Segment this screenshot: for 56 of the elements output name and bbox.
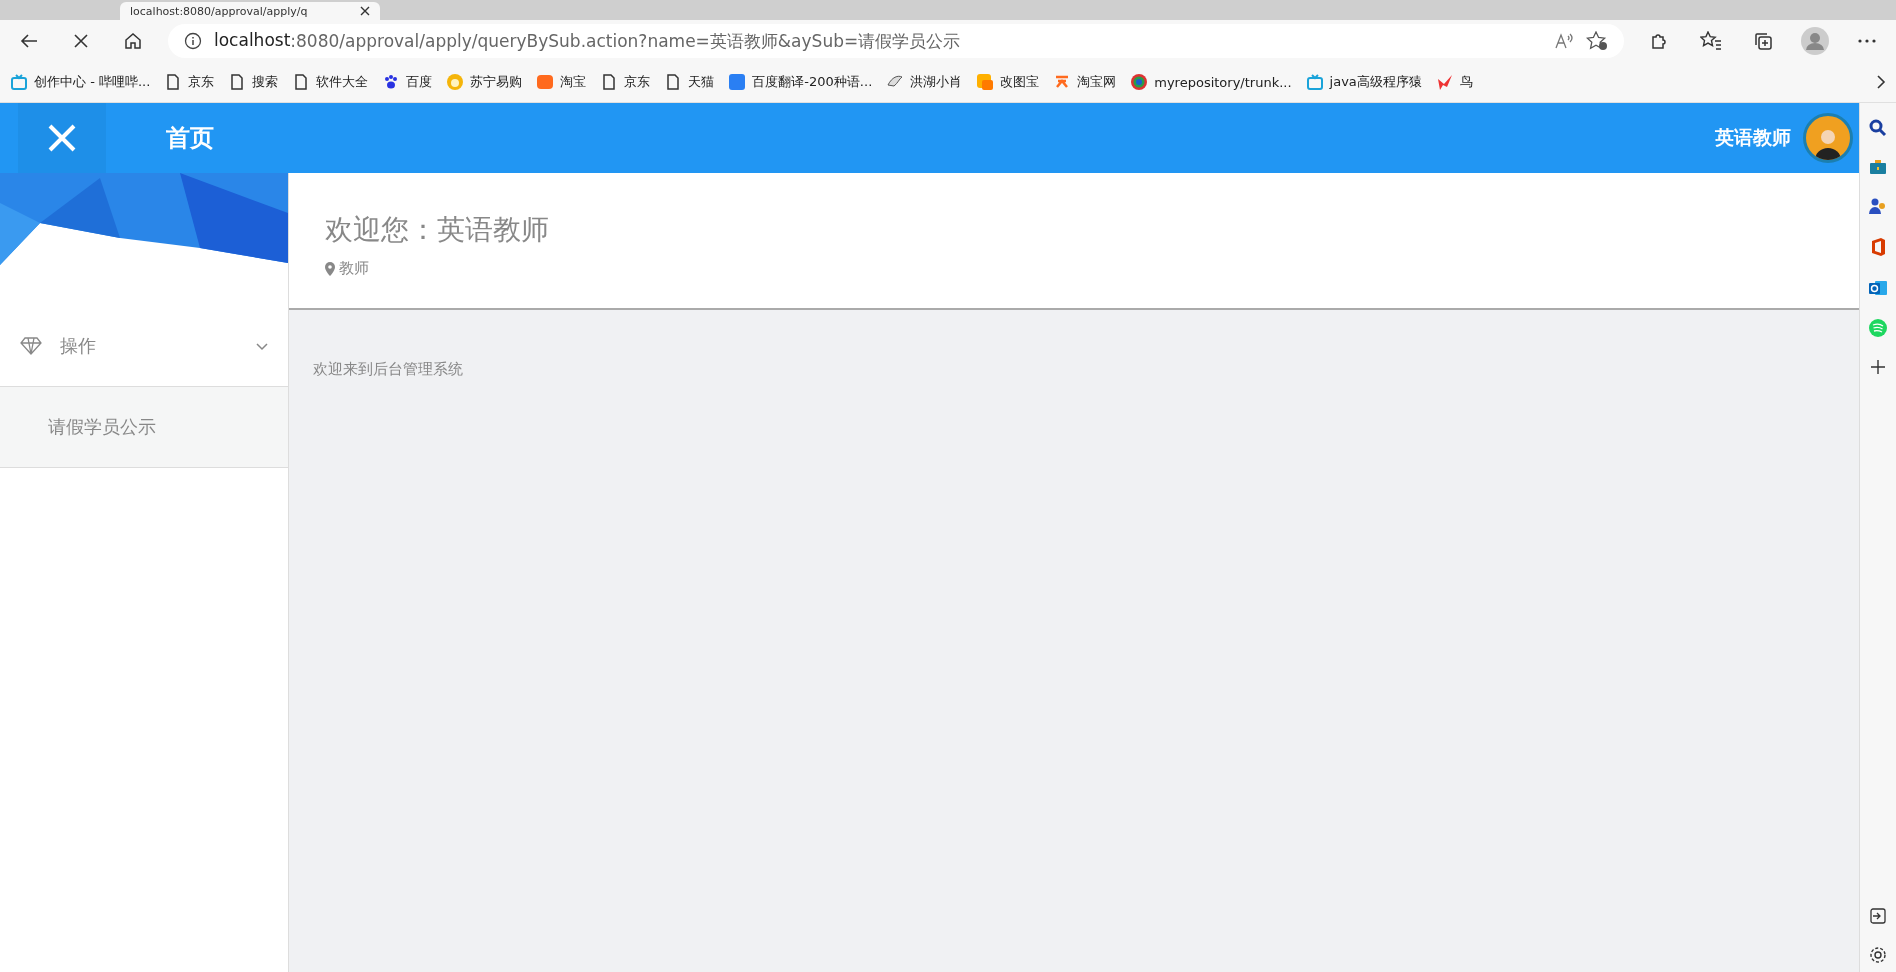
star-list-icon: [1700, 31, 1722, 51]
info-icon[interactable]: [184, 32, 202, 50]
plus-icon[interactable]: [1870, 359, 1886, 375]
more-icon: [1858, 39, 1876, 43]
menu-label: 操作: [60, 334, 97, 358]
bookmark-link[interactable]: 洪湖小肖: [886, 73, 963, 91]
tv-icon: [10, 73, 28, 91]
profile-button[interactable]: [1798, 24, 1832, 58]
welcome-text: 欢迎来到后台管理系统: [312, 359, 464, 379]
address-field[interactable]: localhost:8080/approval/apply/queryBySub.action?name=英语教师&aySub=请假学员公示: [168, 24, 1624, 58]
bookmark-link[interactable]: 百度翻译-200种语...: [728, 73, 873, 91]
close-icon: [46, 122, 78, 154]
read-aloud-icon[interactable]: [1554, 32, 1574, 50]
close-button[interactable]: [18, 103, 106, 173]
bookmark-link[interactable]: 百度: [382, 73, 433, 91]
bookmark-link[interactable]: 搜索: [228, 73, 279, 91]
bookmark-link[interactable]: 软件大全: [292, 73, 369, 91]
url-path: :8080/approval/apply/queryBySub.action?name=英语教师&aySub=请假学员公示: [290, 29, 961, 53]
tv-icon: [1305, 73, 1324, 91]
home-icon: [123, 31, 143, 51]
page-title: 首页: [166, 123, 215, 154]
bookmark-link[interactable]: 淘宝: [536, 73, 587, 91]
bookmark-link[interactable]: 京东: [600, 73, 651, 91]
bookmark-link[interactable]: 改图宝: [976, 73, 1040, 91]
person-icon: [1801, 27, 1829, 55]
close-icon[interactable]: [360, 6, 370, 16]
role-label: 教师: [339, 259, 369, 278]
close-icon: [73, 33, 89, 49]
avatar-icon[interactable]: [1803, 113, 1853, 163]
diamond-icon: [20, 337, 42, 355]
browser-tab[interactable]: localhost:8080/approval/apply/q: [120, 2, 380, 20]
user-name: 英语教师: [1715, 125, 1791, 150]
url-host: localhost: [214, 29, 291, 50]
bookmark-link[interactable]: 天猫: [664, 73, 715, 91]
puzzle-icon: [1649, 31, 1669, 51]
office-icon[interactable]: [1870, 237, 1886, 257]
bookmark-link[interactable]: 鸟: [1435, 73, 1473, 91]
people-icon[interactable]: [1869, 197, 1887, 215]
mail-icon[interactable]: [1869, 279, 1887, 297]
search-icon[interactable]: [1869, 119, 1887, 137]
location-pin-icon: [325, 261, 335, 276]
bookmark-link[interactable]: 淘宝网: [1053, 73, 1117, 91]
square-icon: [976, 73, 995, 91]
welcome-title: 欢迎您：英语教师: [325, 212, 550, 248]
bookmark-link[interactable]: java高级程序猿: [1305, 73, 1422, 91]
tab-title: localhost:8080/approval/apply/q: [130, 4, 309, 18]
sidebar-toggle-icon[interactable]: [1870, 908, 1886, 924]
collections-icon: [1753, 31, 1773, 51]
star-add-icon[interactable]: [1586, 31, 1608, 51]
bookmark-link[interactable]: 创作中心 - 哔哩哔...: [10, 73, 151, 91]
briefcase-icon[interactable]: [1869, 159, 1887, 175]
settings-icon[interactable]: [1869, 946, 1887, 964]
chevron-right-icon[interactable]: [1876, 74, 1886, 90]
bookmark-link[interactable]: 京东: [164, 73, 215, 91]
bookmark-link[interactable]: 苏宁易购: [446, 73, 523, 91]
bookmark-link[interactable]: myrepository/trunk...: [1130, 73, 1292, 91]
